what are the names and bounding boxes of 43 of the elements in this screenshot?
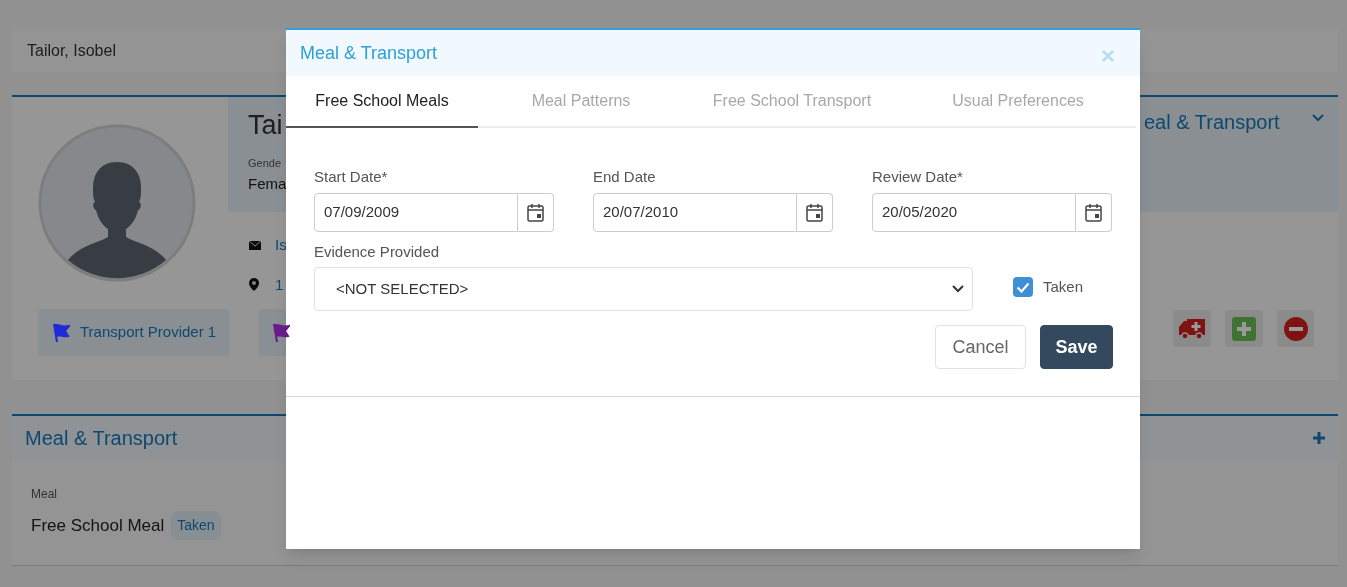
minus-circle-icon: [1283, 316, 1308, 341]
calendar-button[interactable]: [797, 192, 833, 232]
provider-tag[interactable]: Transport Provider 1: [38, 309, 231, 356]
date-field[interactable]: 07/09/2009: [314, 192, 518, 232]
envelope-icon: [249, 240, 261, 250]
cancel-button[interactable]: Cancel: [935, 325, 1026, 369]
avatar-icon: [38, 124, 196, 282]
modal-title: Meal & Transport: [300, 41, 438, 65]
field-label: Review Date*: [872, 167, 964, 187]
chevron-down-icon[interactable]: [1312, 114, 1324, 122]
gender-value: Fema: [248, 174, 287, 195]
ambulance-icon: [1177, 316, 1207, 341]
meal-label: Meal: [31, 486, 58, 503]
tab[interactable]: Free School Meals: [286, 76, 478, 128]
checkbox-label: Taken: [1043, 276, 1084, 297]
calendar-icon[interactable]: [806, 202, 823, 222]
field-label: Start Date*: [314, 167, 389, 187]
calendar-button[interactable]: [1076, 192, 1112, 232]
calendar-icon[interactable]: [527, 202, 544, 222]
status-badge: Taken: [171, 511, 221, 540]
plus-square-icon: [1232, 316, 1256, 341]
remove-button[interactable]: [1277, 310, 1314, 347]
email-link[interactable]: Is: [275, 234, 287, 257]
section-title: eal & Transport: [1144, 110, 1280, 135]
chevron-down-icon: [952, 285, 964, 293]
full-name: Tai: [248, 109, 283, 142]
map-pin-icon: [249, 278, 259, 292]
meal-value: Free School Meal: [31, 514, 165, 537]
evidence-dropdown[interactable]: <NOT SELECTED>: [314, 267, 973, 311]
calendar-button[interactable]: [518, 192, 554, 232]
address-link[interactable]: 1: [275, 273, 284, 296]
ambulance-button[interactable]: [1173, 310, 1211, 347]
gender-label: Gende: [248, 155, 282, 171]
field-label: End Date: [593, 167, 657, 187]
calendar-icon[interactable]: [1085, 202, 1102, 222]
checkbox[interactable]: [1013, 277, 1033, 297]
plus-icon[interactable]: [1313, 432, 1325, 444]
date-field[interactable]: 20/07/2010: [593, 192, 797, 232]
save-button[interactable]: Save: [1040, 325, 1113, 369]
section-title: Meal & Transport: [25, 426, 178, 451]
field-label: Evidence Provided: [314, 241, 441, 262]
date-field[interactable]: 20/05/2020: [872, 192, 1076, 232]
student-name: Tailor, Isobel: [27, 41, 116, 61]
